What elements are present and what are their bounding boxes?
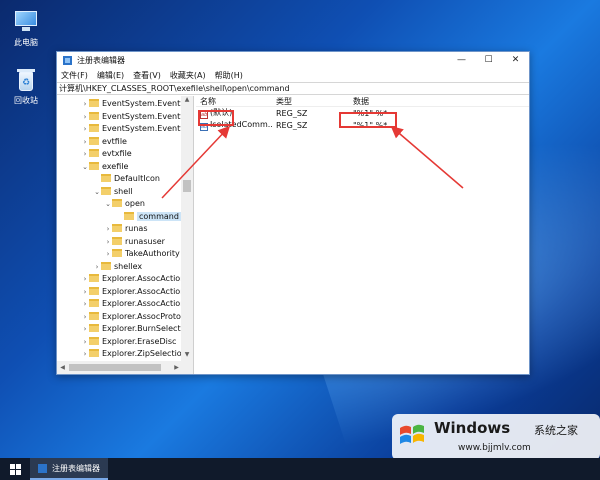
annotation-arrows xyxy=(161,125,464,199)
watermark-url: www.bjjmlv.com xyxy=(458,443,531,453)
watermark-brand: Windows xyxy=(434,419,511,437)
annotation-arrow-left xyxy=(161,125,231,199)
watermark: Windows 系统之家 www.bjjmlv.com xyxy=(398,419,598,459)
taskbar: 注册表编辑器 xyxy=(0,458,600,480)
taskbar-item-label: 注册表编辑器 xyxy=(52,463,100,473)
start-button[interactable] xyxy=(0,458,30,480)
annotation-arrow-right xyxy=(390,126,464,189)
windows-logo-icon xyxy=(9,463,21,475)
taskbar-item-regedit[interactable]: 注册表编辑器 xyxy=(30,458,108,480)
watermark-site-name: 系统之家 xyxy=(534,424,578,437)
windows-flag-icon xyxy=(400,424,424,444)
regedit-app-icon xyxy=(38,463,47,473)
